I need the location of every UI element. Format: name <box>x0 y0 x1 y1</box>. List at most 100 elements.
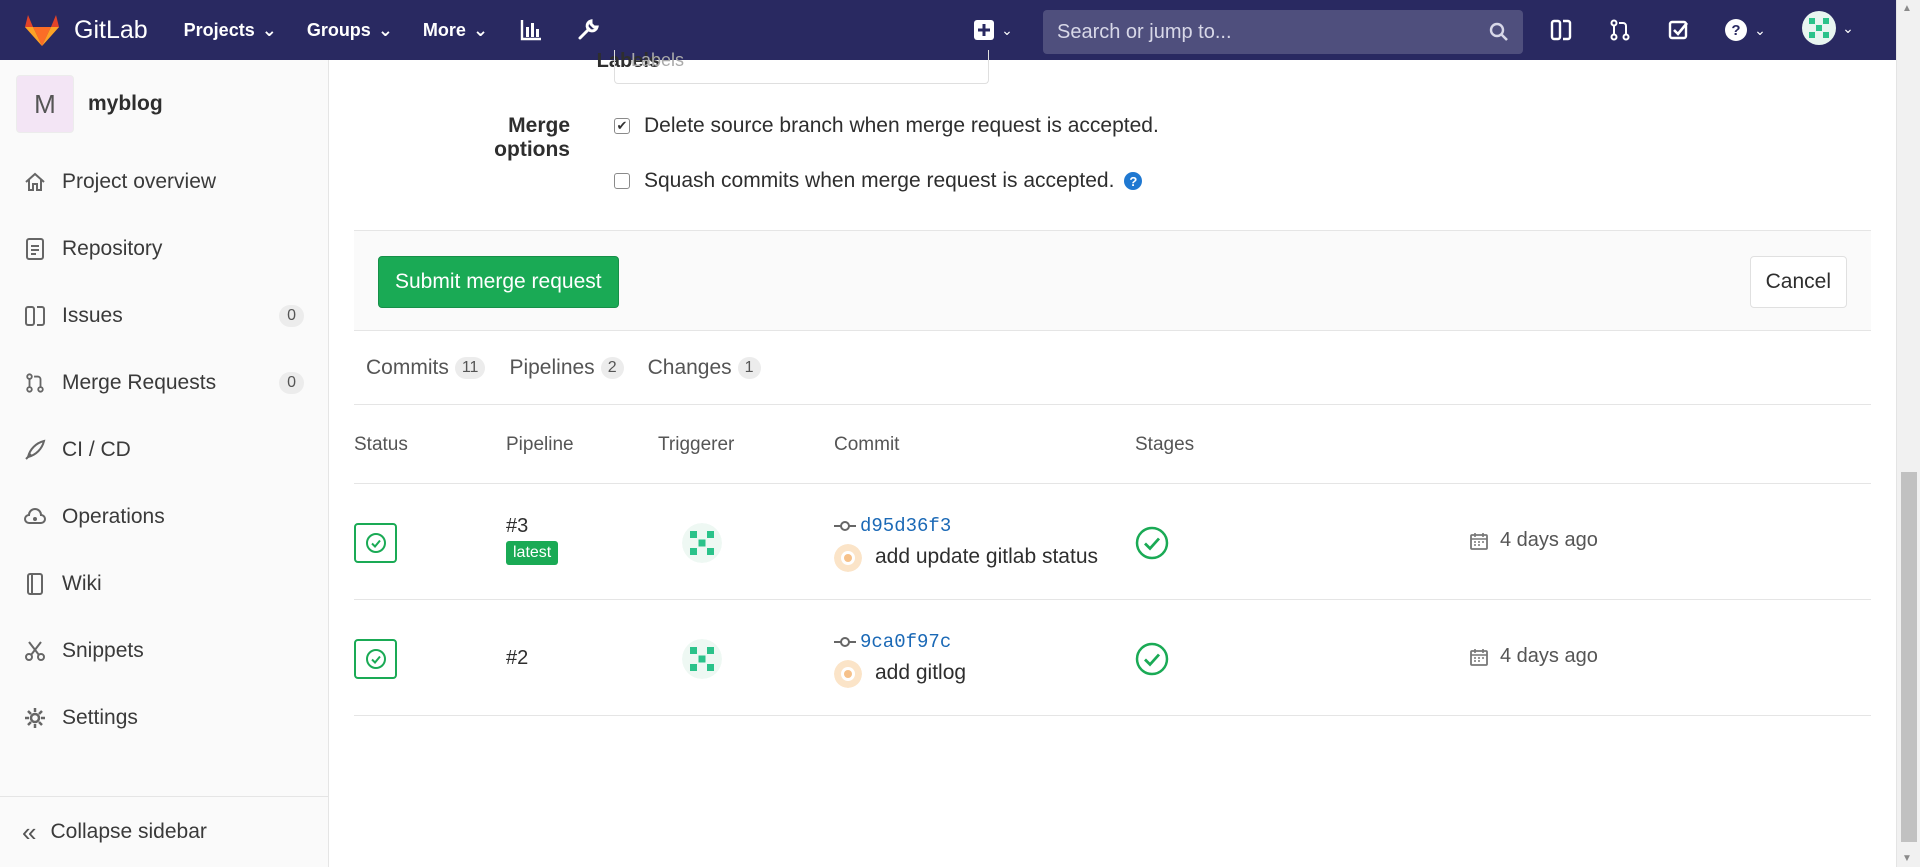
commit-icon <box>834 637 856 647</box>
commit-message-link[interactable]: add update gitlab status <box>875 545 1098 569</box>
stage-passed-icon[interactable] <box>1135 526 1169 560</box>
column-header-status: Status <box>354 434 408 455</box>
stage-passed-icon[interactable] <box>1135 642 1169 676</box>
project-sidebar: M myblog Project overview Repository Iss… <box>0 60 329 867</box>
tab-pipelines[interactable]: Pipelines 2 <box>509 356 624 380</box>
delete-source-branch-label: Delete source branch when merge request … <box>644 114 1159 137</box>
nav-groups[interactable]: Groups ⌄ <box>307 20 393 41</box>
commit-sha-link[interactable]: 9ca0f97c <box>860 631 951 653</box>
triggerer-avatar[interactable] <box>682 523 722 563</box>
calendar-icon <box>1470 648 1488 666</box>
triggerer-avatar[interactable] <box>682 639 722 679</box>
chevron-down-icon: ⌄ <box>1754 21 1766 38</box>
sidebar-item-settings[interactable]: Settings <box>0 684 328 751</box>
sidebar-item-label: Wiki <box>62 571 102 595</box>
column-header-triggerer: Triggerer <box>658 434 735 455</box>
vertical-scrollbar[interactable]: ▲ ▼ <box>1896 0 1920 867</box>
table-row: #3 latest d95d36f3 add update gitlab sta… <box>354 485 1871 600</box>
sidebar-item-label: Operations <box>62 504 165 528</box>
rocket-icon <box>22 437 48 463</box>
brand-name: GitLab <box>74 15 148 44</box>
commit-author-avatar[interactable] <box>834 544 862 572</box>
scrollbar-thumb[interactable] <box>1901 472 1917 842</box>
nav-more[interactable]: More ⌄ <box>423 20 488 41</box>
labels-dropdown[interactable]: Labels <box>614 50 989 84</box>
double-chevron-left-icon: « <box>22 816 37 847</box>
pipeline-finished-time: 4 days ago <box>1470 645 1598 668</box>
time-ago-text: 4 days ago <box>1500 529 1598 551</box>
project-header[interactable]: M myblog <box>0 60 328 148</box>
scroll-up-arrow-icon[interactable]: ▲ <box>1902 3 1912 14</box>
pipeline-id-link[interactable]: #3 <box>506 515 528 538</box>
nav-projects[interactable]: Projects ⌄ <box>184 20 277 41</box>
avatar <box>1802 11 1837 45</box>
sidebar-item-label: Settings <box>62 705 138 729</box>
project-avatar: M <box>16 75 74 133</box>
admin-wrench-icon[interactable] <box>573 15 603 45</box>
sidebar-item-project-overview[interactable]: Project overview <box>0 148 328 215</box>
squash-commits-label: Squash commits when merge request is acc… <box>644 169 1115 192</box>
status-success-icon <box>365 533 386 553</box>
sidebar-item-merge-requests[interactable]: Merge Requests 0 <box>0 349 328 416</box>
issues-count-badge: 0 <box>279 304 304 327</box>
gitlab-brand[interactable]: GitLab <box>24 0 148 60</box>
cancel-button[interactable]: Cancel <box>1749 256 1847 308</box>
todo-icon[interactable] <box>1664 15 1694 45</box>
commit-message-link[interactable]: add gitlog <box>875 661 966 685</box>
chevron-down-icon: ⌄ <box>1001 21 1013 38</box>
sidebar-item-issues[interactable]: Issues 0 <box>0 282 328 349</box>
commit-author-avatar[interactable] <box>834 660 862 688</box>
nav-projects-label: Projects <box>183 19 255 40</box>
sidebar-item-label: Merge Requests <box>62 370 217 394</box>
sidebar-item-repository[interactable]: Repository <box>0 215 328 282</box>
search-box[interactable] <box>1043 10 1523 54</box>
calendar-icon <box>1470 532 1488 550</box>
activity-chart-icon[interactable] <box>516 15 546 45</box>
tab-label: Pipelines <box>509 356 595 379</box>
search-input[interactable] <box>1057 20 1489 44</box>
tab-count-badge: 1 <box>737 357 761 379</box>
sidebar-item-label: Issues <box>62 303 123 327</box>
delete-source-branch-option[interactable]: ✔ Delete source branch when merge reques… <box>614 114 1159 138</box>
chevron-down-icon: ⌄ <box>377 19 393 40</box>
commit-icon <box>834 521 856 531</box>
merge-request-icon[interactable] <box>1605 15 1635 45</box>
home-icon <box>22 169 48 195</box>
status-passed-badge[interactable] <box>354 639 397 679</box>
latest-badge: latest <box>506 541 559 565</box>
sidebar-item-ci-cd[interactable]: CI / CD <box>0 416 328 483</box>
merge-options-label: Merge options <box>494 114 570 161</box>
tab-changes[interactable]: Changes 1 <box>648 356 761 380</box>
column-header-commit: Commit <box>834 434 900 455</box>
scroll-down-arrow-icon[interactable]: ▼ <box>1902 853 1912 864</box>
question-circle-icon[interactable]: ? <box>1124 172 1143 190</box>
squash-commits-option[interactable]: Squash commits when merge request is acc… <box>614 169 1143 193</box>
sidebar-item-operations[interactable]: Operations <box>0 483 328 550</box>
user-avatar-menu[interactable]: ⌄ <box>1798 11 1858 45</box>
status-passed-badge[interactable] <box>354 523 397 563</box>
squash-commits-checkbox[interactable] <box>614 173 630 189</box>
sidebar-item-snippets[interactable]: Snippets <box>0 617 328 684</box>
gitlab-logo-icon <box>25 15 59 46</box>
merge-requests-count-badge: 0 <box>279 371 304 394</box>
sidebar-item-label: Project overview <box>62 169 217 193</box>
sidebar-item-label: CI / CD <box>62 437 131 461</box>
pipeline-id-link[interactable]: #2 <box>506 647 528 670</box>
new-item-icon[interactable]: ⌄ <box>968 15 1018 45</box>
help-icon[interactable]: ? ⌄ <box>1720 15 1770 45</box>
sidebar-item-label: Repository <box>62 236 163 260</box>
collapse-sidebar-label: Collapse sidebar <box>50 820 207 843</box>
tab-label: Commits <box>366 356 449 379</box>
project-name: myblog <box>88 92 163 115</box>
delete-source-branch-checkbox[interactable]: ✔ <box>614 118 630 134</box>
tab-commits[interactable]: Commits 11 <box>366 356 486 380</box>
pipeline-finished-time: 4 days ago <box>1470 529 1598 552</box>
issues-icon[interactable] <box>1546 15 1576 45</box>
cloud-gear-icon <box>22 504 48 530</box>
submit-merge-request-button[interactable]: Submit merge request <box>378 256 619 308</box>
collapse-sidebar-button[interactable]: « Collapse sidebar <box>0 796 328 867</box>
commit-sha-link[interactable]: d95d36f3 <box>860 515 951 537</box>
main-content: Labels Labels Merge options ✔ Delete sou… <box>330 50 1896 867</box>
merge-request-icon <box>22 370 48 396</box>
sidebar-item-wiki[interactable]: Wiki <box>0 550 328 617</box>
